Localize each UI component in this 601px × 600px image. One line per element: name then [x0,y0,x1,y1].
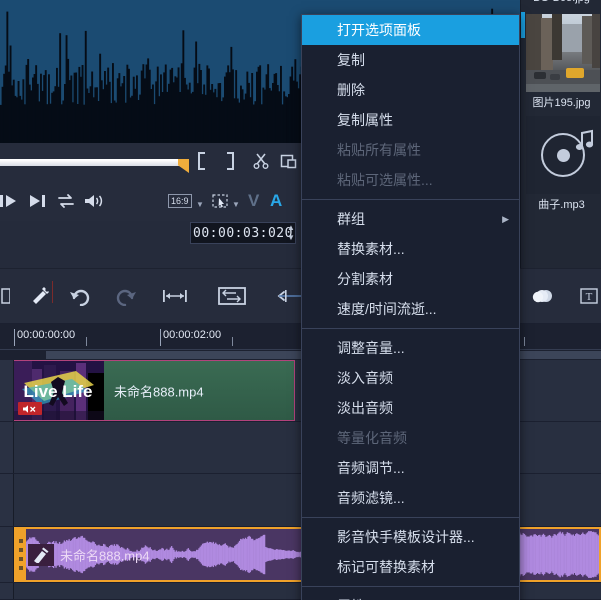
panel-edge-button[interactable] [0,281,18,311]
library-item-thumbnail [526,14,600,92]
library-item-label: 曲子.mp3 [538,199,585,211]
menu-separator [302,586,519,587]
menu-item-10[interactable]: 速度/时间流逝... [302,294,519,324]
menu-item-label: 复制属性 [337,112,393,128]
toggle-video-button[interactable]: V [248,191,259,211]
menu-item-label: 复制 [337,52,365,68]
mute-icon [18,402,42,415]
menu-item-label: 速度/时间流逝... [337,301,437,317]
menu-item-1[interactable]: 复制 [302,45,519,75]
undo-button[interactable] [64,281,94,311]
toggle-audio-button[interactable]: A [270,191,282,211]
toolbar-divider [52,281,53,303]
mark-in-button[interactable] [196,152,218,170]
menu-item-5: 粘贴可选属性... [302,165,519,195]
menu-item-16[interactable]: 音频调节... [302,453,519,483]
menu-item-label: 删除 [337,82,365,98]
ruler-tick [86,337,87,346]
ruler-tick [524,337,525,346]
clip-drag-handle[interactable] [16,529,26,580]
volume-button[interactable] [82,189,106,213]
aspect-ratio-selector[interactable]: 16:9 [168,194,192,208]
timeline-clip-video[interactable]: Live Life 未命名888.mp4 [14,360,295,421]
chevron-right-icon: ▶ [502,214,509,224]
track-header[interactable] [0,474,14,526]
video-editor-window: 16:9 ▼ ▼ V A 00:00:03:020 ▲ ▼ T 00:00:00… [0,0,601,600]
mark-out-button[interactable] [224,152,246,170]
timecode-stepper[interactable]: ▲ ▼ [286,223,296,243]
menu-item-label: 影音快手模板设计器... [337,529,475,545]
library-item-label: BG-B05.jpg [521,0,601,4]
menu-separator [302,328,519,329]
trim-track[interactable] [0,159,186,166]
svg-text:Live Life: Live Life [24,382,93,401]
menu-item-9[interactable]: 分割素材 [302,264,519,294]
menu-item-0[interactable]: 打开选项面板 [302,15,519,45]
menu-item-label: 淡出音频 [337,400,393,416]
next-frame-button[interactable] [26,189,50,213]
crop-tool-button[interactable] [212,194,229,209]
ruler-label: 00:00:00:00 [14,329,75,346]
menu-item-15: 等量化音频 [302,423,519,453]
menu-item-14[interactable]: 淡出音频 [302,393,519,423]
ruler-gutter [0,350,14,360]
split-clip-button[interactable] [252,152,274,170]
library-item-thumbnail [526,116,600,194]
menu-item-label: 替换素材... [337,241,405,257]
menu-item-3[interactable]: 复制属性 [302,105,519,135]
context-menu[interactable]: 打开选项面板 复制删除复制属性粘贴所有属性 粘贴可选属性... 群组 ▶ 替换素材... 分… [301,14,520,600]
media-library-panel: BG-B05.jpg 图片195.jpg [520,0,601,268]
clip-thumbnail: Live Life [14,361,104,420]
ruler-tick [232,337,233,346]
menu-item-17[interactable]: 音频滤镜... [302,483,519,513]
menu-item-13[interactable]: 淡入音频 [302,363,519,393]
ruler-label: 00:00:02:00 [160,329,221,346]
svg-text:T: T [586,291,593,303]
menu-item-label: 音频调节... [337,460,405,476]
menu-item-4: 粘贴所有属性 [302,135,519,165]
menu-item-label: 等量化音频 [337,430,407,446]
menu-separator [302,199,519,200]
redo-button[interactable] [112,281,142,311]
audio-clip-icon [28,543,54,566]
menu-item-label: 标记可替换素材 [337,559,435,575]
clip-label: 未命名888.mp4 [60,548,150,563]
menu-item-label: 群组 [337,211,365,227]
play-step-button[interactable] [0,189,22,213]
menu-item-label: 淡入音频 [337,370,393,386]
menu-item-label: 粘贴所有属性 [337,142,421,158]
menu-item-label: 粘贴可选属性... [337,172,433,188]
track-header[interactable] [0,360,14,421]
menu-item-label: 分割素材 [337,271,393,287]
menu-item-label: 调整音量... [337,340,405,356]
track-header[interactable] [0,583,14,599]
timecode-field[interactable]: 00:00:03:020 [190,222,296,244]
library-selection-indicator [521,12,525,38]
menu-item-2[interactable]: 删除 [302,75,519,105]
track-header[interactable] [0,422,14,473]
transition-button[interactable] [527,281,561,311]
menu-item-19[interactable]: 影音快手模板设计器... [302,522,519,552]
chevron-down-icon[interactable]: ▼ [232,200,240,209]
menu-item-7[interactable]: 群组 ▶ [302,204,519,234]
menu-item-20[interactable]: 标记可替换素材 [302,552,519,582]
trim-marker[interactable] [178,159,189,173]
chevron-down-icon[interactable]: ▼ [196,200,204,209]
zoom-region-button[interactable] [214,281,250,311]
menu-item-label: 音频滤镜... [337,490,405,506]
menu-item-12[interactable]: 调整音量... [302,333,519,363]
library-item-label: 图片195.jpg [532,97,591,109]
menu-item-8[interactable]: 替换素材... [302,234,519,264]
title-button[interactable]: T [574,281,601,311]
track-header[interactable] [0,527,14,582]
menu-item-label: 打开选项面板 [337,22,421,38]
fit-timeline-button[interactable] [160,281,190,311]
loop-button[interactable] [54,189,78,213]
music-note-icon [575,129,594,150]
clip-label: 未命名888.mp4 [114,384,204,399]
menu-item-22[interactable]: 属性... [302,591,519,600]
snapshot-button[interactable] [280,152,302,170]
menu-separator [302,517,519,518]
